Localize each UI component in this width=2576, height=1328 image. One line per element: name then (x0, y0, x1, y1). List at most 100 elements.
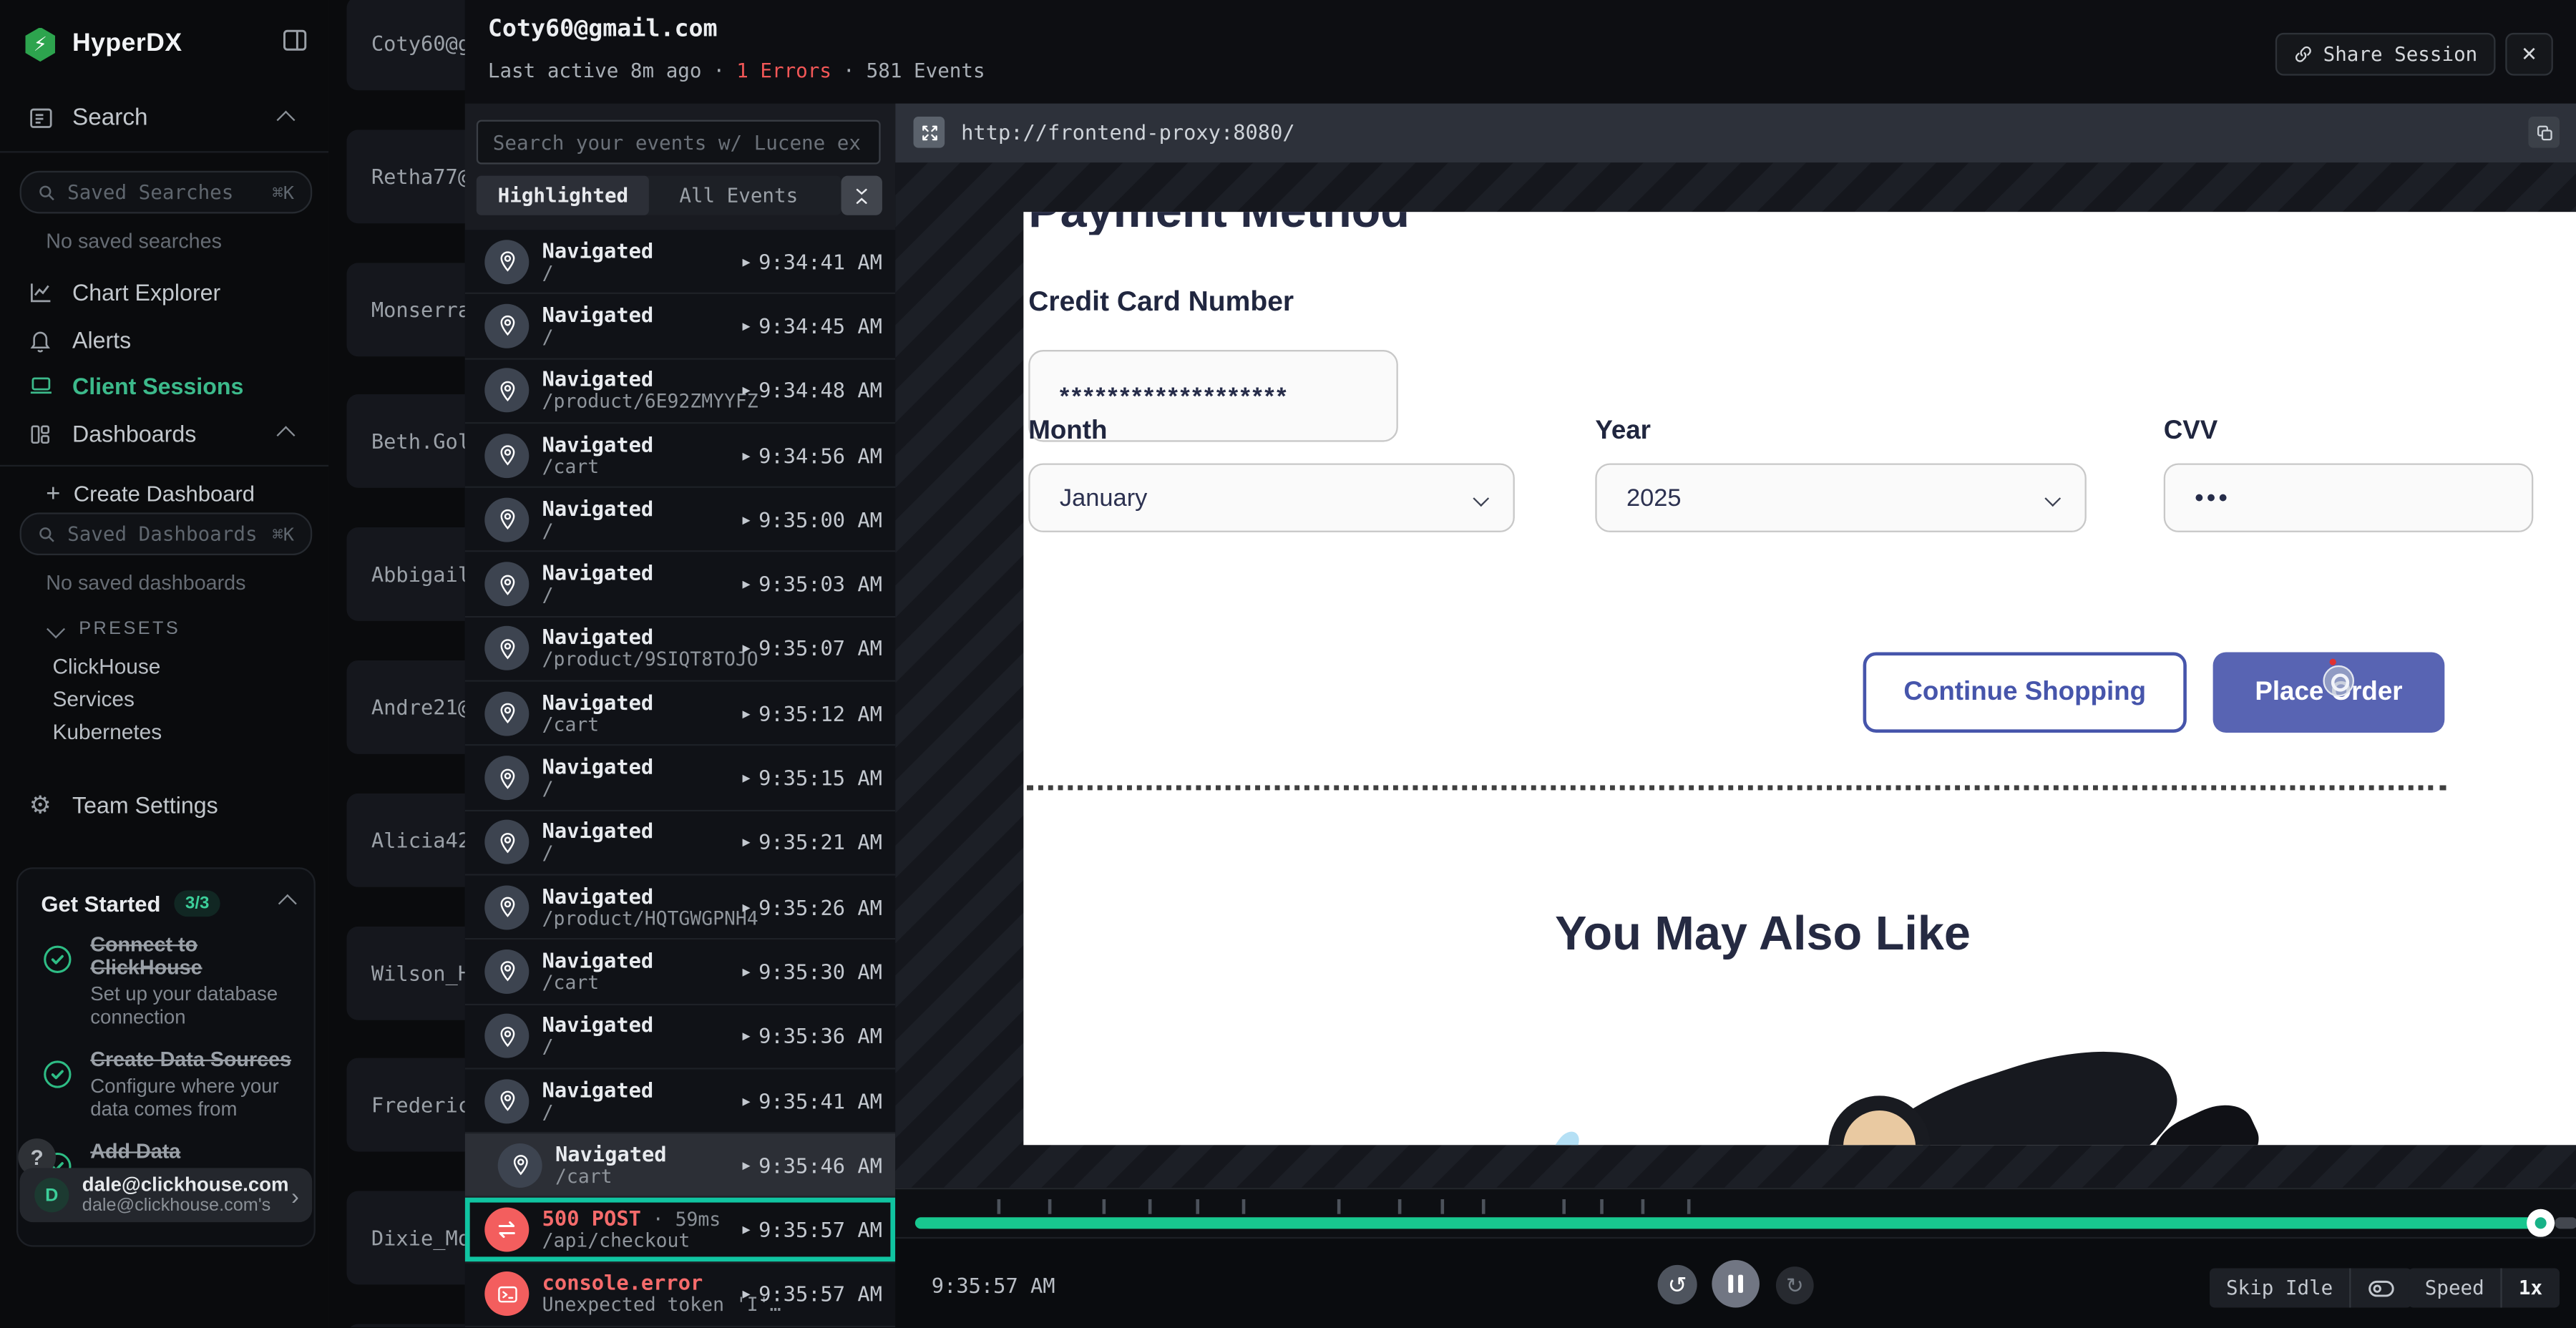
play-triangle-icon: ▶ (743, 1287, 751, 1302)
sidebar-item-team-settings[interactable]: ⚙ Team Settings (0, 785, 328, 824)
event-row[interactable]: Navigated/product/HQTGWGPNH4▶9:35:26 AM (465, 876, 896, 940)
sidebar-item-label: Dashboards (72, 421, 196, 447)
event-row[interactable]: Navigated/product/9SIQT8TOJO▶9:35:07 AM (465, 617, 896, 682)
session-list-email: Dixie_Mo (371, 1226, 468, 1250)
copy-icon[interactable] (2528, 117, 2560, 148)
chart-icon (26, 279, 54, 306)
share-session-button[interactable]: Share Session (2275, 33, 2495, 76)
events-search-input[interactable] (477, 120, 881, 165)
timeline-tick (1441, 1199, 1445, 1214)
hyperdx-logo-icon: ⚡ (23, 27, 57, 62)
event-row[interactable]: 500 POST · 59ms/api/checkout▶9:35:57 AM (465, 1198, 896, 1263)
skip-idle-label: Skip Idle (2210, 1268, 2349, 1307)
event-path: /cart (542, 972, 654, 994)
pause-button[interactable] (1712, 1260, 1760, 1308)
playback-timeline[interactable] (895, 1188, 2576, 1239)
dot-separator: · (843, 59, 855, 82)
presets-header[interactable]: PRESETS (49, 620, 180, 640)
sidebar-item-search[interactable]: Search (0, 99, 328, 138)
collapse-events-button[interactable] (841, 176, 882, 215)
dot-separator: · (713, 59, 726, 82)
event-duration: · 59ms (641, 1208, 721, 1231)
presets-label: PRESETS (79, 620, 180, 640)
map-pin-icon (484, 820, 529, 864)
check-circle-icon (41, 943, 74, 1028)
session-list-item[interactable]: Beth.Gol (346, 395, 468, 489)
map-pin-icon (484, 562, 529, 606)
session-list-item[interactable]: Abbigail (346, 527, 468, 621)
expand-icon[interactable] (914, 117, 945, 148)
share-session-label: Share Session (2323, 43, 2478, 66)
event-row[interactable]: Navigated/▶9:35:00 AM (465, 488, 896, 552)
cvv-input[interactable]: ••• (2164, 463, 2534, 532)
tab-all-events[interactable]: All Events (650, 184, 828, 207)
saved-searches-input[interactable]: Saved Searches ⌘K (20, 171, 313, 214)
event-timestamp: ▶9:34:56 AM (743, 443, 882, 467)
event-row[interactable]: Navigated/product/6E92ZMYYFZ▶9:34:48 AM (465, 359, 896, 424)
event-row[interactable]: Navigated/▶9:34:45 AM (465, 295, 896, 359)
saved-dashboards-input[interactable]: Saved Dashboards ⌘K (20, 512, 313, 555)
month-select[interactable]: January (1028, 463, 1515, 532)
get-started-item-title: Connect to ClickHouse (90, 933, 297, 979)
preset-item[interactable]: ClickHouse (52, 654, 160, 678)
create-dashboard-button[interactable]: + Create Dashboard (46, 479, 255, 507)
preset-item[interactable]: Services (52, 687, 134, 711)
user-account-chip[interactable]: D dale@clickhouse.com dale@clickhouse.co… (20, 1168, 313, 1222)
sidebar-item-dashboards[interactable]: Dashboards (0, 414, 328, 454)
event-row[interactable]: Navigated/▶9:35:36 AM (465, 1005, 896, 1069)
chevron-up-icon[interactable] (279, 421, 292, 447)
session-list-item[interactable]: Wilson_H (346, 926, 468, 1020)
event-row[interactable]: Navigated/▶9:35:21 AM (465, 811, 896, 875)
event-title: Navigated (542, 627, 758, 650)
get-started-header[interactable]: Get Started 3/3 (41, 890, 294, 917)
timeline-tick (1641, 1199, 1645, 1214)
session-list-item[interactable]: Frederic (346, 1058, 468, 1152)
event-title: 500 POST · 59ms (542, 1208, 721, 1231)
event-row[interactable]: Navigated/▶9:34:41 AM (465, 230, 896, 294)
event-row[interactable]: Navigated/cart▶9:35:30 AM (465, 940, 896, 1005)
close-button[interactable]: ✕ (2505, 33, 2553, 76)
rewind-button[interactable]: ↺ (1658, 1265, 1697, 1304)
product-image-fragment (1551, 1127, 1584, 1145)
forward-button[interactable]: ↻ (1776, 1266, 1814, 1304)
skip-idle-toggle[interactable]: Skip Idle (2210, 1268, 2411, 1307)
play-triangle-icon: ▶ (743, 1093, 751, 1108)
event-row[interactable]: Navigated/▶9:35:15 AM (465, 746, 896, 811)
event-row-main: 500 POST · 59ms/api/checkout (542, 1208, 721, 1252)
event-row[interactable]: Navigated/cart▶9:35:46 AM (465, 1134, 896, 1198)
session-list-item[interactable]: Monserra (346, 262, 468, 356)
preset-item[interactable]: Kubernetes (52, 720, 162, 744)
get-started-item[interactable]: Connect to ClickHouseSet up your databas… (41, 933, 297, 1028)
event-row[interactable]: Navigated/cart▶9:34:56 AM (465, 424, 896, 488)
session-list-item[interactable]: Dixie_Mo (346, 1191, 468, 1285)
session-list-item[interactable]: Coty60@g (346, 0, 468, 90)
sidebar-item-chart-explorer[interactable]: Chart Explorer (0, 273, 328, 312)
continue-shopping-button[interactable]: Continue Shopping (1863, 652, 2187, 733)
event-time-value: 9:35:46 AM (758, 1153, 882, 1177)
replay-mouse-cursor (2323, 665, 2354, 697)
session-list-item[interactable]: Andre21@ (346, 660, 468, 754)
year-select[interactable]: 2025 (1595, 463, 2086, 532)
session-list-email: Frederic (371, 1093, 468, 1118)
session-list-item[interactable]: Retha77@ (346, 130, 468, 223)
sidebar-item-alerts[interactable]: Alerts (0, 321, 328, 360)
play-triangle-icon: ▶ (743, 577, 751, 592)
event-row[interactable]: Navigated/▶9:35:03 AM (465, 553, 896, 617)
speed-control[interactable]: Speed 1x (2409, 1268, 2559, 1307)
sidebar-item-client-sessions[interactable]: Client Sessions (0, 366, 328, 406)
play-triangle-icon: ▶ (743, 964, 751, 979)
event-time-value: 9:35:12 AM (758, 701, 882, 726)
session-list-item[interactable] (346, 1324, 468, 1328)
get-started-item[interactable]: Create Data SourcesConfigure where your … (41, 1048, 297, 1120)
search-section-icon (26, 105, 54, 132)
divider (0, 151, 328, 152)
sidebar-collapse-button[interactable] (281, 26, 309, 54)
event-row[interactable]: console.errorUnexpected token 'I'…▶9:35:… (465, 1263, 896, 1327)
session-list-item[interactable]: Alicia42 (346, 793, 468, 887)
event-row[interactable]: Navigated/cart▶9:35:12 AM (465, 682, 896, 746)
tab-highlighted[interactable]: Highlighted (477, 176, 650, 215)
timeline-knob[interactable] (2527, 1209, 2555, 1237)
event-row[interactable]: Navigated/▶9:35:41 AM (465, 1069, 896, 1133)
chevron-up-icon[interactable] (279, 105, 292, 132)
event-timestamp: ▶9:35:46 AM (743, 1153, 882, 1177)
